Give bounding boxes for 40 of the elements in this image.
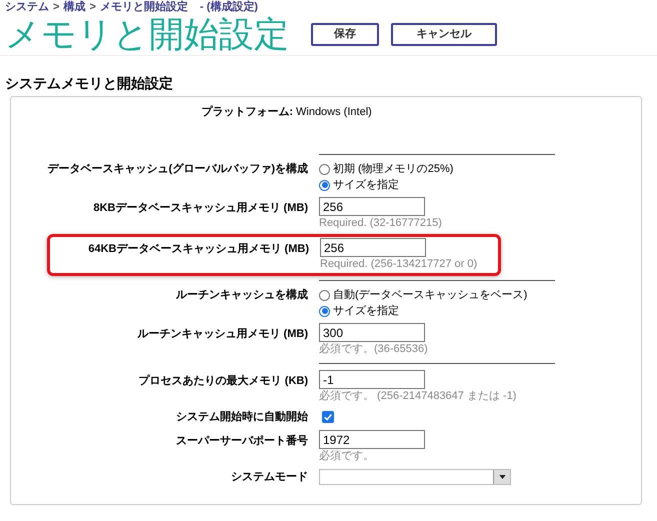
breadcrumb-separator: > <box>89 0 96 14</box>
field-label: データベースキャッシュ(グローバルバッファ)を構成 <box>48 162 308 177</box>
field-label: ルーチンキャッシュ用メモリ (MB) <box>138 327 308 342</box>
hint-text: 必須です。 (256-2147483647 または -1) <box>319 389 516 404</box>
number-field[interactable]: 1972 <box>319 430 425 449</box>
radio-option[interactable]: 自動(データベースキャッシュをベース) <box>319 287 528 303</box>
radio-button[interactable] <box>319 164 330 174</box>
breadcrumb-link[interactable]: 構成 <box>63 0 86 14</box>
page-title: メモリと開始設定 <box>5 14 289 54</box>
hint-text: 必須です。 <box>319 449 375 464</box>
radio-button[interactable] <box>319 306 330 316</box>
cancel-button[interactable]: キャンセル <box>391 23 497 46</box>
field-label: プラットフォーム: <box>201 104 293 120</box>
field-label: 8KBデータベースキャッシュ用メモリ (MB) <box>94 201 308 216</box>
field-label: 64KBデータベースキャッシュ用メモリ (MB) <box>88 242 309 257</box>
field-label: システム開始時に自動開始 <box>176 410 308 425</box>
section-title: システムメモリと開始設定 <box>5 74 174 92</box>
number-field[interactable]: 256 <box>319 197 425 216</box>
radio-option[interactable]: サイズを指定 <box>319 177 454 193</box>
field-label: プロセスあたりの最大メモリ (KB) <box>138 374 308 389</box>
field-label: スーパーサーバポート番号 <box>176 434 308 449</box>
breadcrumb-separator: > <box>53 0 60 14</box>
number-field[interactable]: 256 <box>320 238 426 257</box>
breadcrumb-link[interactable]: メモリと開始設定 <box>100 0 188 14</box>
field-label: ルーチンキャッシュを構成 <box>176 288 308 303</box>
field-label: システムモード <box>231 470 308 485</box>
hint-text: 必須です。(36-65536) <box>319 342 428 357</box>
radio-button[interactable] <box>319 290 330 300</box>
hint-text: Required. (256-134217727 or 0) <box>320 257 478 272</box>
platform-value: Windows (Intel) <box>296 105 372 120</box>
number-field[interactable]: 300 <box>319 323 425 342</box>
breadcrumb-link[interactable]: システム <box>5 0 49 14</box>
number-field[interactable]: -1 <box>319 370 425 389</box>
save-button[interactable]: 保存 <box>311 23 379 46</box>
breadcrumb-suffix: - (構成設定) <box>200 0 258 14</box>
radio-option[interactable]: サイズを指定 <box>319 303 528 319</box>
hint-text: Required. (32-16777215) <box>319 216 442 231</box>
radio-option[interactable]: 初期 (物理メモリの25%) <box>319 161 454 177</box>
checkbox[interactable] <box>322 411 334 423</box>
radio-button[interactable] <box>319 180 330 190</box>
